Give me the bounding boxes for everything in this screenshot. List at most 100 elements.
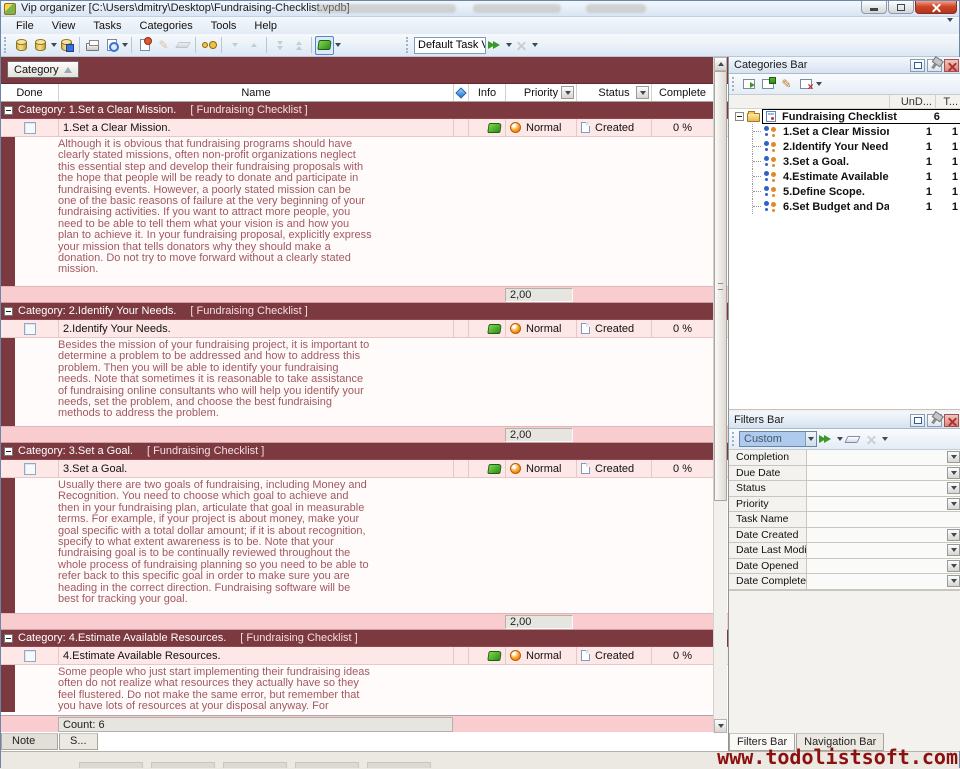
move-down-button[interactable] xyxy=(225,36,244,55)
column-header-name[interactable]: Name xyxy=(58,84,453,101)
print-preview-button[interactable] xyxy=(102,36,121,55)
remove-filter-button[interactable] xyxy=(862,430,881,449)
task-checkbox[interactable] xyxy=(24,323,36,335)
save-database-button[interactable] xyxy=(57,36,76,55)
category-header-3[interactable]: Category: 3.Set a Goal. [ Fundraising Ch… xyxy=(1,443,728,460)
move-up-button[interactable] xyxy=(244,36,263,55)
status-filter-dropdown[interactable] xyxy=(636,86,649,99)
filter-row-task-name[interactable]: Task Name xyxy=(729,512,960,528)
new-subcategory-button[interactable] xyxy=(758,75,777,94)
tab-subtasks[interactable]: S... xyxy=(59,733,98,750)
task-view-dropdown[interactable] xyxy=(335,36,341,55)
task-name[interactable]: 1.Set a Clear Mission. xyxy=(58,119,453,136)
category-header-4[interactable]: Category: 4.Estimate Available Resources… xyxy=(1,630,728,647)
filter-dropdown-icon[interactable] xyxy=(947,498,960,510)
collapse-icon[interactable] xyxy=(4,307,13,316)
group-by-category-chip[interactable]: Category xyxy=(7,61,79,78)
edit-category-button[interactable]: ✎ xyxy=(777,75,796,94)
categories-toolbar-dropdown[interactable] xyxy=(816,75,822,94)
move-top-button[interactable] xyxy=(289,36,308,55)
task-checkbox[interactable] xyxy=(24,463,36,475)
tree-item[interactable]: 5.Define Scope. 1 1 xyxy=(729,184,960,199)
column-total[interactable]: T... xyxy=(935,95,960,108)
panel-close-button[interactable] xyxy=(944,59,959,72)
new-category-button[interactable] xyxy=(739,75,758,94)
maximize-button[interactable] xyxy=(888,1,914,14)
filter-row-date-last-modified[interactable]: Date Last Modified xyxy=(729,543,960,559)
filter-row-priority[interactable]: Priority xyxy=(729,497,960,513)
filter-dropdown-icon[interactable] xyxy=(947,560,960,572)
task-name[interactable]: 2.Identify Your Needs. xyxy=(58,320,453,337)
scroll-up-icon[interactable] xyxy=(714,57,727,71)
collapse-icon[interactable] xyxy=(4,447,13,456)
task-name[interactable]: 3.Set a Goal. xyxy=(58,460,453,477)
print-button[interactable] xyxy=(83,36,102,55)
clear-filter-button[interactable] xyxy=(843,430,862,449)
main-scrollbar[interactable] xyxy=(713,57,727,733)
delete-task-button[interactable] xyxy=(173,36,192,55)
menu-tools[interactable]: Tools xyxy=(202,19,246,33)
toolbar-grip[interactable] xyxy=(4,37,9,53)
tree-item[interactable]: 3.Set a Goal. 1 1 xyxy=(729,154,960,169)
filter-dropdown-icon[interactable] xyxy=(947,544,960,556)
panel-close-button[interactable] xyxy=(944,414,959,427)
minimize-button[interactable] xyxy=(861,1,887,14)
menu-tasks[interactable]: Tasks xyxy=(84,19,130,33)
combo-dropdown-icon[interactable] xyxy=(805,432,816,447)
tree-item[interactable]: 6.Set Budget and Date. 1 1 xyxy=(729,199,960,214)
filter-value-cell[interactable] xyxy=(807,543,960,559)
filter-dropdown-icon[interactable] xyxy=(947,482,960,494)
filter-value-cell[interactable] xyxy=(807,574,960,590)
collapse-icon[interactable] xyxy=(4,106,13,115)
task-view-button[interactable] xyxy=(315,36,334,55)
filter-row-status[interactable]: Status xyxy=(729,481,960,497)
filter-value-cell[interactable] xyxy=(807,466,960,482)
filter-value-cell[interactable] xyxy=(807,481,960,497)
filter-dropdown-icon[interactable] xyxy=(947,575,960,587)
filter-row-date-created[interactable]: Date Created xyxy=(729,528,960,544)
filter-row-date-opened[interactable]: Date Opened xyxy=(729,559,960,575)
title-bar[interactable]: Vip organizer [C:\Users\dmitry\Desktop\F… xyxy=(1,1,959,17)
filter-value-cell[interactable] xyxy=(807,450,960,466)
priority-filter-dropdown[interactable] xyxy=(561,86,574,99)
new-task-button[interactable] xyxy=(135,36,154,55)
tree-collapse-icon[interactable] xyxy=(735,112,744,121)
panel-pin-button[interactable] xyxy=(927,59,942,72)
task-row-1[interactable]: 1.Set a Clear Mission. Normal Created 0 … xyxy=(1,119,728,137)
print-dropdown[interactable] xyxy=(122,36,128,55)
clear-view-button[interactable] xyxy=(512,36,531,55)
tree-item[interactable]: 2.Identify Your Needs. 1 1 xyxy=(729,139,960,154)
toolbar-options-chevron[interactable] xyxy=(947,22,953,34)
filter-preset-combobox[interactable]: Custom xyxy=(739,431,817,447)
column-header-complete[interactable]: Complete xyxy=(651,84,713,101)
view-overflow-dropdown[interactable] xyxy=(532,36,538,55)
menu-categories[interactable]: Categories xyxy=(131,19,202,33)
menu-view[interactable]: View xyxy=(43,19,85,33)
column-header-priority[interactable]: Priority xyxy=(505,84,576,101)
filter-value-cell[interactable] xyxy=(807,497,960,513)
delete-category-button[interactable] xyxy=(796,75,815,94)
collapse-icon[interactable] xyxy=(4,634,13,643)
tree-root-row[interactable]: Fundraising Checklist 6 6 xyxy=(729,109,960,124)
new-database-button[interactable] xyxy=(12,36,31,55)
tree-item[interactable]: 1.Set a Clear Mission. 1 1 xyxy=(729,124,960,139)
highlighter-button[interactable] xyxy=(199,36,218,55)
task-view-combobox[interactable]: Default Task V xyxy=(414,37,486,54)
task-checkbox[interactable] xyxy=(24,122,36,134)
column-header-info[interactable]: Info xyxy=(468,84,505,101)
scroll-down-icon[interactable] xyxy=(714,719,727,733)
apply-view-button[interactable] xyxy=(486,36,505,55)
open-database-button[interactable] xyxy=(31,36,50,55)
column-header-done[interactable]: Done xyxy=(1,84,58,101)
tab-note[interactable]: Note xyxy=(1,733,58,750)
filter-value-cell[interactable] xyxy=(807,528,960,544)
filters-toolbar-dropdown[interactable] xyxy=(882,430,888,449)
column-header-status[interactable]: Status xyxy=(576,84,651,101)
move-bottom-button[interactable] xyxy=(270,36,289,55)
panel-pin-button[interactable] xyxy=(927,414,942,427)
task-row-3[interactable]: 3.Set a Goal. Normal Created 0 % xyxy=(1,460,728,478)
filter-row-due-date[interactable]: Due Date xyxy=(729,466,960,482)
task-checkbox[interactable] xyxy=(24,650,36,662)
filter-dropdown-icon[interactable] xyxy=(947,529,960,541)
category-header-2[interactable]: Category: 2.Identify Your Needs. [ Fundr… xyxy=(1,303,728,320)
